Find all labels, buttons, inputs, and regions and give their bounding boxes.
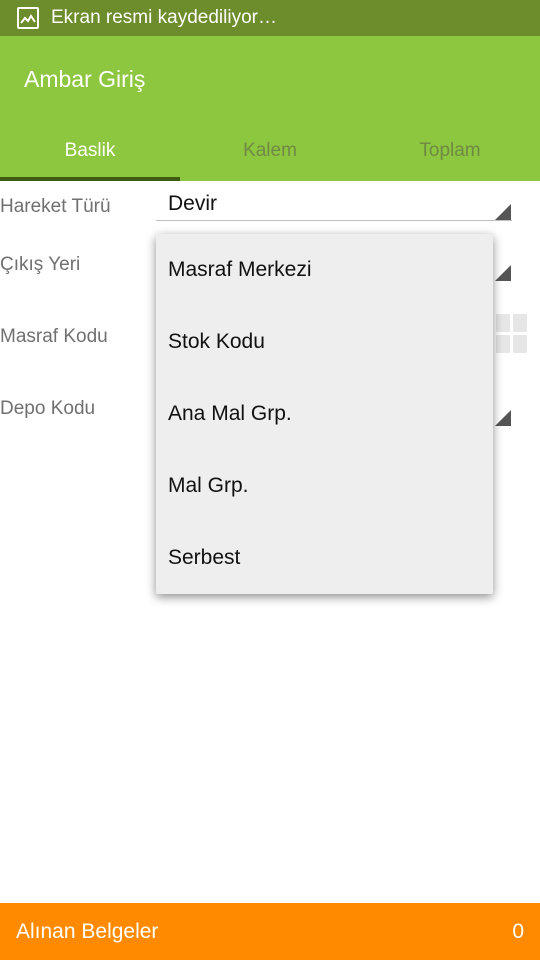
dropdown-option-masraf-merkezi[interactable]: Masraf Merkezi	[156, 234, 493, 306]
dropdown-option-stok-kodu[interactable]: Stok Kodu	[156, 306, 493, 378]
alinan-belgeler-bar[interactable]: Alınan Belgeler 0	[0, 903, 540, 960]
alinan-belgeler-label: Alınan Belgeler	[16, 919, 159, 943]
tab-bar: Baslik Kalem Toplam	[0, 130, 540, 181]
tab-kalem[interactable]: Kalem	[180, 130, 360, 181]
image-icon	[17, 7, 39, 29]
depo-kodu-label: Depo Kodu	[0, 398, 96, 419]
hareket-turu-spinner[interactable]: Devir	[168, 192, 217, 216]
spinner-underline	[156, 220, 512, 221]
cikis-yeri-spinner-arrow-icon[interactable]	[495, 265, 511, 281]
depo-kodu-spinner-arrow-icon[interactable]	[495, 410, 511, 426]
cikis-yeri-label: Çıkış Yeri	[0, 254, 81, 275]
dropdown-option-ana-mal-grp[interactable]: Ana Mal Grp.	[156, 378, 493, 450]
status-bar: Ekran resmi kaydediliyor…	[0, 0, 540, 36]
dropdown-option-serbest[interactable]: Serbest	[156, 522, 493, 594]
hareket-turu-label: Hareket Türü	[0, 196, 111, 217]
app-bar: Ambar Giriş Baslik Kalem Toplam	[0, 36, 540, 181]
dropdown-popup: Masraf Merkezi Stok Kodu Ana Mal Grp. Ma…	[156, 234, 493, 594]
spinner-arrow-icon[interactable]	[495, 204, 511, 220]
dropdown-option-mal-grp[interactable]: Mal Grp.	[156, 450, 493, 522]
page-title: Ambar Giriş	[24, 66, 146, 92]
status-text: Ekran resmi kaydediliyor…	[51, 7, 277, 28]
grid-icon[interactable]	[496, 314, 528, 354]
tab-toplam[interactable]: Toplam	[360, 130, 540, 181]
screen: Ekran resmi kaydediliyor… Ambar Giriş Ba…	[0, 0, 540, 960]
tab-baslik[interactable]: Baslik	[0, 130, 180, 181]
alinan-belgeler-count: 0	[512, 919, 524, 943]
masraf-kodu-label: Masraf Kodu	[0, 326, 108, 347]
